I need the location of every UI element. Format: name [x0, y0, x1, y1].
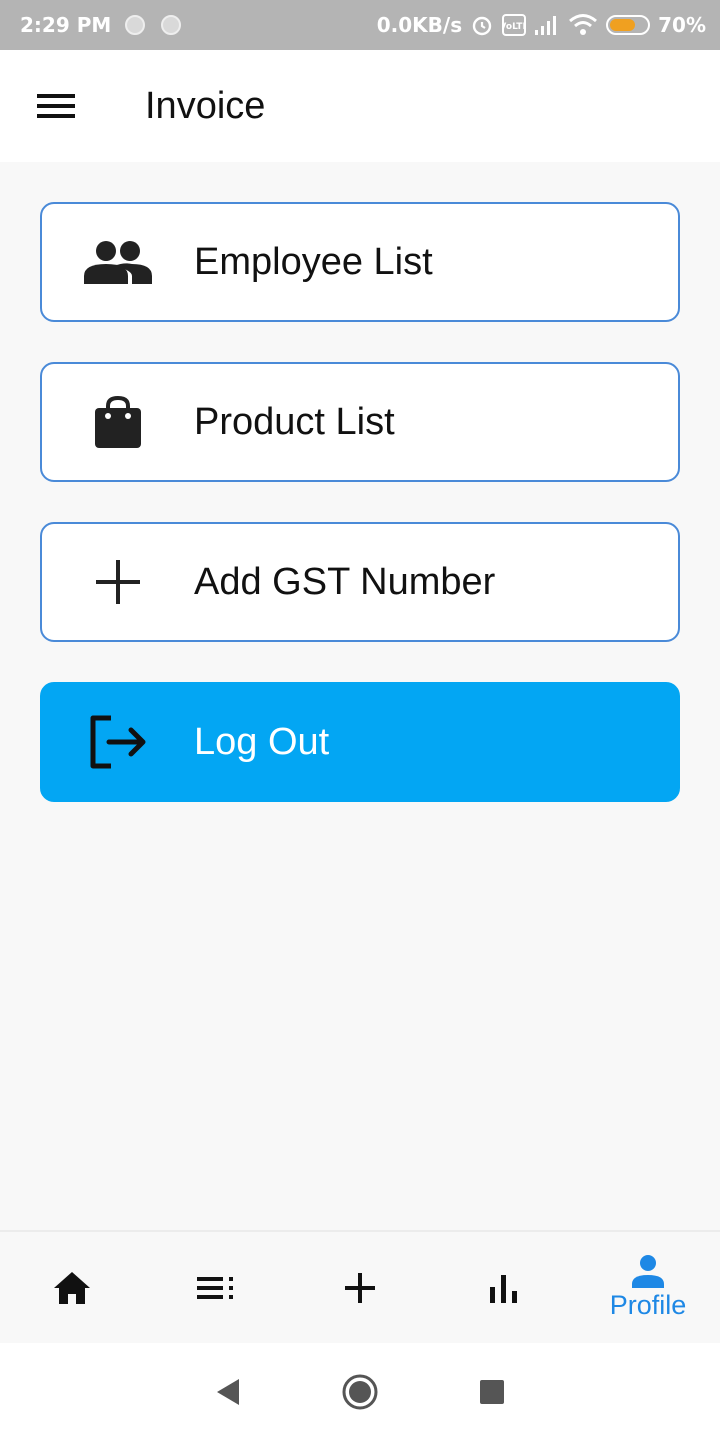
page-title: Invoice	[145, 84, 266, 127]
product-list-button[interactable]: Product List	[40, 362, 680, 482]
product-list-label: Product List	[194, 400, 395, 443]
signal-icon	[535, 16, 557, 35]
nav-list[interactable]	[144, 1232, 288, 1343]
logout-icon	[42, 715, 194, 769]
plus-icon	[42, 560, 194, 604]
notification-dot-icon	[125, 15, 146, 35]
home-icon	[54, 1271, 90, 1304]
net-speed: 0.0KB/s	[376, 13, 463, 37]
employee-list-label: Employee List	[194, 240, 433, 283]
recents-icon[interactable]	[479, 1379, 505, 1405]
log-out-button[interactable]: Log Out	[40, 682, 680, 802]
hamburger-menu-icon	[37, 94, 75, 118]
status-icons: 0.0KB/s VoLTE 70%	[377, 13, 706, 37]
back-icon[interactable]	[215, 1377, 241, 1407]
add-gst-number-label: Add GST Number	[194, 560, 496, 603]
volte-icon: VoLTE	[502, 14, 527, 36]
status-time: 2:29 PM	[20, 13, 112, 37]
nav-home[interactable]	[0, 1232, 144, 1343]
battery-icon	[606, 15, 651, 35]
svg-text:VoLTE: VoLTE	[502, 22, 526, 32]
people-icon	[42, 240, 194, 284]
system-navigation-bar	[0, 1343, 720, 1440]
bottom-navigation: Profile	[0, 1230, 720, 1343]
log-out-label: Log Out	[194, 720, 330, 763]
menu-list: Employee List Product List Add GST Numbe…	[40, 202, 680, 842]
wifi-icon	[569, 14, 598, 35]
menu-button[interactable]	[0, 50, 112, 162]
battery-percent: 70%	[658, 13, 706, 37]
nav-add[interactable]	[288, 1232, 432, 1343]
nav-stats[interactable]	[432, 1232, 576, 1343]
notification-dot-icon	[161, 15, 182, 35]
home-button-icon[interactable]	[341, 1373, 379, 1411]
app-bar: Invoice	[0, 50, 720, 162]
add-gst-number-button[interactable]: Add GST Number	[40, 522, 680, 642]
alarm-icon	[472, 16, 492, 36]
status-bar: 2:29 PM 0.0KB/s VoLTE 70%	[0, 0, 720, 50]
nav-profile-label: Profile	[609, 1290, 687, 1320]
employee-list-button[interactable]: Employee List	[40, 202, 680, 322]
person-icon	[632, 1255, 664, 1288]
list-icon	[197, 1276, 233, 1299]
add-icon	[345, 1272, 375, 1303]
shopping-bag-icon	[42, 396, 194, 448]
nav-profile[interactable]: Profile	[576, 1232, 720, 1343]
bar-chart-icon	[490, 1274, 517, 1303]
